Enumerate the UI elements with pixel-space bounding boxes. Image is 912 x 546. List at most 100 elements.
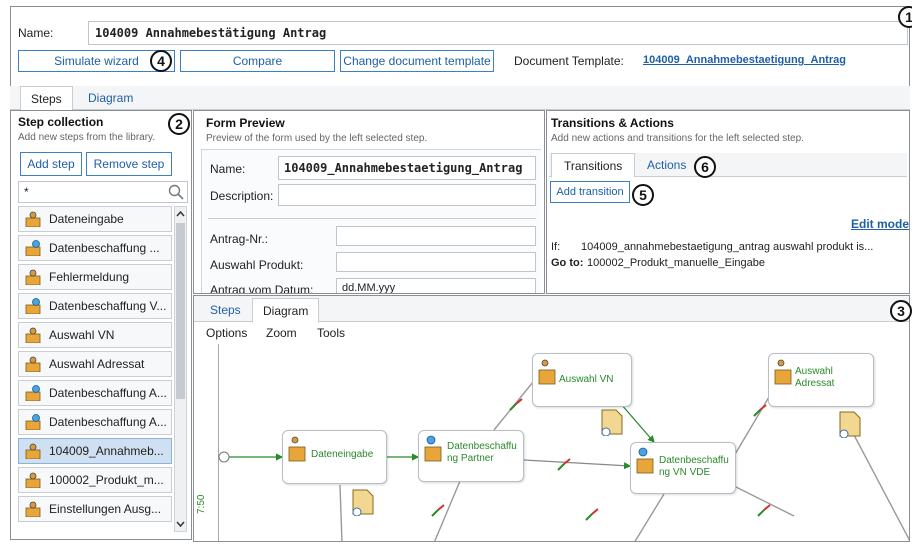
field-antrag-nr[interactable] [336, 226, 536, 246]
list-item-label: Auswahl Adressat [49, 357, 145, 371]
list-item-label: Datenbeschaffung ... [49, 241, 160, 255]
service-form-icon [424, 435, 442, 462]
goto-value: 100002_Produkt_manuelle_Eingabe [587, 257, 765, 269]
tab-actions[interactable]: Actions [637, 153, 696, 177]
list-item-label: Auswahl VN [49, 328, 115, 342]
add-step-button[interactable]: Add step [20, 152, 82, 176]
if-condition-value: 104009_annahmebestaetigung_antrag auswah… [581, 241, 874, 253]
transitions-title: Transitions & Actions [551, 116, 674, 130]
field-label-auswahl-produkt: Auswahl Produkt: [210, 258, 304, 272]
list-item-label: Datenbeschaffung V... [49, 299, 167, 313]
list-item-label: 104009_Annahmeb... [49, 444, 164, 458]
callout-4: 4 [150, 50, 172, 72]
goto-label: Go to: [551, 257, 584, 269]
service-form-icon [25, 385, 41, 401]
scroll-down-icon[interactable] [175, 519, 186, 529]
list-item[interactable]: Fehlermeldung [18, 264, 172, 290]
simulate-wizard-label: Simulate wizard [54, 54, 139, 68]
field-label-antrag-datum: Antrag vom Datum: [210, 283, 314, 294]
compare-label: Compare [232, 54, 283, 68]
callout-2: 2 [168, 113, 190, 135]
step-collection-title: Step collection [18, 115, 104, 129]
scroll-thumb[interactable] [176, 223, 185, 399]
workflow-name-value: 104009 Annahmebestätigung Antrag [95, 26, 327, 40]
list-item[interactable]: Datenbeschaffung V... [18, 293, 172, 319]
tab-steps-label: Steps [31, 92, 62, 106]
transitions-hint: Add new actions and transitions for the … [551, 133, 804, 144]
tab-actions-label: Actions [647, 158, 687, 172]
user-form-icon [774, 359, 792, 385]
tab-transitions-label: Transitions [564, 159, 623, 173]
user-form-icon [25, 356, 41, 372]
user-form-icon [25, 269, 41, 285]
action-pin-icon [431, 504, 445, 517]
list-item[interactable]: Dateneingabe [18, 206, 172, 232]
doc-template-label: Document Template: [514, 54, 624, 68]
user-form-icon [25, 443, 41, 459]
list-item-label: Fehlermeldung [49, 270, 130, 284]
node-label: Dateneingabe [311, 449, 374, 460]
field-label-antrag-nr: Antrag-Nr.: [210, 232, 269, 246]
diagram-connections [218, 381, 909, 541]
main-tabbar [10, 86, 910, 110]
node-label: Datenbeschaffu ng VN VDE [659, 455, 729, 478]
field-auswahl-produkt[interactable] [336, 252, 536, 272]
list-item[interactable]: 100002_Produkt_m... [18, 467, 172, 493]
tab-transitions[interactable]: Transitions [551, 153, 636, 178]
list-item-selected[interactable]: 104009_Annahmeb... [18, 438, 172, 464]
list-item-label: Datenbeschaffung A... [49, 386, 167, 400]
workflow-name-field[interactable]: 104009 Annahmebestätigung Antrag [88, 21, 908, 45]
diagram-node-dateneingabe[interactable]: Dateneingabe [282, 430, 387, 484]
remove-step-button[interactable]: Remove step [86, 152, 172, 176]
search-icon[interactable] [168, 184, 184, 200]
edit-mode-link[interactable]: Edit mode [851, 217, 909, 231]
user-form-icon [25, 211, 41, 227]
list-item[interactable]: Auswahl VN [18, 322, 172, 348]
diagram-node-auswahl-adressat[interactable]: Auswahl Adressat [768, 353, 874, 407]
action-pin-icon [757, 504, 771, 517]
change-template-button[interactable]: Change document template [340, 50, 494, 72]
preview-description-field[interactable] [278, 184, 536, 206]
compare-button[interactable]: Compare [180, 50, 335, 72]
list-item[interactable]: Datenbeschaffung A... [18, 409, 172, 435]
list-item[interactable]: Einstellungen Ausg... [18, 496, 172, 522]
step-list: Dateneingabe Datenbeschaffung ... Fehler… [18, 206, 174, 536]
diagram-node-datenbeschaffung-partner[interactable]: Datenbeschaffu ng Partner [418, 430, 524, 482]
preview-name-field[interactable]: 104009_Annahmebestaetigung_Antrag [278, 156, 536, 180]
step-collection-hint: Add new steps from the library. [18, 132, 156, 143]
preview-divider [208, 218, 536, 219]
form-preview-hint: Preview of the form used by the left sel… [206, 133, 428, 144]
service-form-icon [25, 414, 41, 430]
transitions-panel: Transitions & Actions Add new actions an… [546, 110, 910, 294]
step-list-scrollbar[interactable] [174, 206, 187, 532]
diagram-node-datenbeschaffung-vn-vde[interactable]: Datenbeschaffu ng VN VDE [630, 442, 736, 494]
remove-step-label: Remove step [93, 157, 165, 171]
field-antrag-datum[interactable]: dd.MM.yyy [336, 278, 536, 293]
service-form-icon [636, 447, 654, 474]
list-item[interactable]: Datenbeschaffung ... [18, 235, 172, 261]
tab-steps[interactable]: Steps [20, 86, 73, 111]
list-item-label: 100002_Produkt_m... [49, 473, 164, 487]
document-icon [352, 489, 374, 516]
node-label: Auswahl Adressat [795, 366, 835, 389]
doc-template-link[interactable]: 104009_Annahmebestaetigung_Antrag [643, 54, 846, 66]
user-form-icon [538, 359, 556, 385]
form-preview-content: Name: 104009_Annahmebestaetigung_Antrag … [201, 149, 541, 293]
diagram-panel: Steps Diagram Options Zoom Tools 7:50 Da… [193, 295, 910, 542]
node-label: Auswahl VN [559, 374, 614, 385]
change-template-label: Change document template [343, 54, 491, 68]
start-node-icon [218, 451, 230, 463]
step-filter-input[interactable]: * [18, 181, 188, 203]
diagram-node-auswahl-vn[interactable]: Auswahl VN [532, 353, 632, 407]
tab-diagram-label: Diagram [88, 91, 134, 105]
node-label: Datenbeschaffu ng Partner [447, 441, 517, 464]
list-item[interactable]: Auswahl Adressat [18, 351, 172, 377]
service-form-icon [25, 240, 41, 256]
preview-description-label: Description: [210, 189, 274, 203]
tab-diagram[interactable]: Diagram [78, 86, 143, 110]
list-item[interactable]: Datenbeschaffung A... [18, 380, 172, 406]
add-transition-button[interactable]: Add transition [550, 181, 630, 203]
if-label: If: [551, 241, 561, 253]
scroll-up-icon[interactable] [175, 209, 186, 219]
document-icon [839, 411, 861, 438]
